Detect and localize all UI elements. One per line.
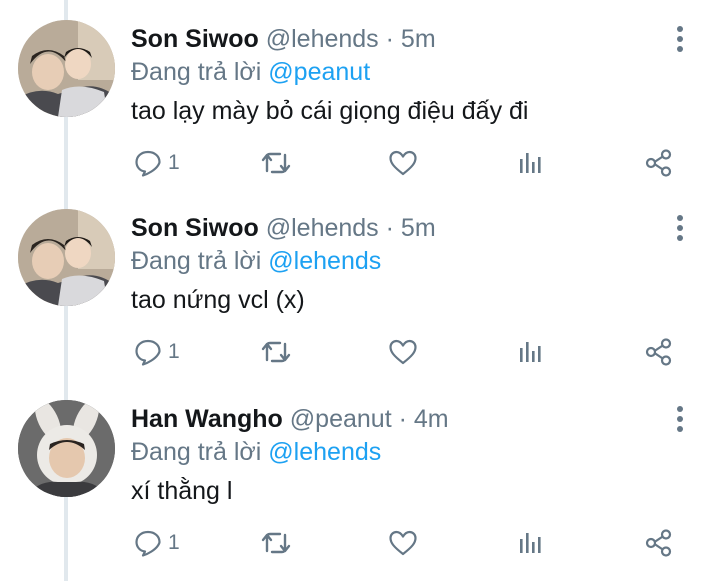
more-options-button[interactable]	[668, 24, 692, 54]
more-options-button[interactable]	[668, 404, 692, 434]
analytics-button[interactable]	[518, 523, 544, 563]
retweet-button[interactable]	[260, 523, 292, 563]
user-handle[interactable]: @lehends	[266, 214, 379, 242]
analytics-button[interactable]	[518, 332, 544, 372]
bar-chart-icon	[520, 153, 541, 173]
display-name[interactable]: Han Wangho	[131, 405, 283, 433]
reply-button[interactable]: 1	[134, 332, 180, 372]
reply-button[interactable]: 1	[134, 523, 180, 563]
share-button[interactable]	[645, 332, 673, 372]
comment-icon	[135, 530, 161, 557]
timestamp[interactable]: 4m	[414, 405, 449, 433]
analytics-button[interactable]	[518, 143, 544, 183]
avatar[interactable]	[18, 209, 115, 306]
timestamp[interactable]: 5m	[401, 25, 436, 53]
mention-link[interactable]: @lehends	[268, 247, 381, 275]
replying-to-label: Đang trả lời	[131, 438, 262, 466]
tweet-actions: 1	[0, 523, 720, 563]
timestamp[interactable]: 5m	[401, 214, 436, 242]
mention-link[interactable]: @lehends	[268, 438, 381, 466]
replying-to-label: Đang trả lời	[131, 58, 262, 86]
comment-icon	[135, 339, 161, 366]
tweet[interactable]: Son Siwoo @lehends · 5m Đang trả lời @le…	[0, 189, 720, 379]
share-button[interactable]	[645, 523, 673, 563]
share-icon	[645, 338, 672, 366]
retweet-icon	[261, 532, 291, 554]
replying-to-line: Đang trả lời @peanut	[131, 55, 370, 89]
tweet-text: xí thằng l	[131, 477, 233, 505]
more-vertical-icon	[677, 215, 683, 241]
user-photo-avatar-bunny-hood-icon	[18, 400, 115, 497]
avatar[interactable]	[18, 400, 115, 497]
bar-chart-icon	[520, 533, 541, 553]
separator-dot: ·	[385, 25, 394, 53]
user-handle[interactable]: @lehends	[266, 25, 379, 53]
more-vertical-icon	[677, 406, 683, 432]
tweet[interactable]: Han Wangho @peanut · 4m Đang trả lời @le…	[0, 380, 720, 570]
share-icon	[645, 529, 672, 557]
heart-icon	[389, 339, 417, 365]
tweet-text: tao nứng vcl (x)	[131, 286, 305, 314]
share-icon	[645, 149, 672, 177]
more-options-button[interactable]	[668, 213, 692, 243]
tweet-text: tao lạy mày bỏ cái giọng điệu đấy đi	[131, 97, 529, 125]
comment-icon	[135, 150, 161, 177]
reply-button[interactable]: 1	[134, 143, 180, 183]
separator-dot: ·	[398, 405, 407, 433]
retweet-button[interactable]	[260, 143, 292, 183]
like-button[interactable]	[388, 332, 418, 372]
heart-icon	[389, 530, 417, 556]
mention-link[interactable]: @peanut	[268, 58, 370, 86]
tweet-header: Son Siwoo @lehends · 5m	[131, 22, 436, 56]
retweet-button[interactable]	[260, 332, 292, 372]
tweet-header: Son Siwoo @lehends · 5m	[131, 211, 436, 245]
retweet-icon	[261, 152, 291, 174]
user-photo-avatar-icon	[18, 209, 115, 306]
like-button[interactable]	[388, 523, 418, 563]
reply-count: 1	[168, 340, 180, 363]
reply-count: 1	[168, 531, 180, 554]
user-photo-avatar-icon	[18, 20, 115, 117]
like-button[interactable]	[388, 143, 418, 183]
heart-icon	[389, 150, 417, 176]
separator-dot: ·	[385, 214, 394, 242]
tweet-actions: 1	[0, 332, 720, 372]
avatar[interactable]	[18, 20, 115, 117]
retweet-icon	[261, 341, 291, 363]
share-button[interactable]	[645, 143, 673, 183]
tweet[interactable]: Son Siwoo @lehends · 5m Đang trả lời @pe…	[0, 0, 720, 190]
display-name[interactable]: Son Siwoo	[131, 25, 259, 53]
replying-to-line: Đang trả lời @lehends	[131, 435, 381, 469]
display-name[interactable]: Son Siwoo	[131, 214, 259, 242]
tweet-actions: 1	[0, 143, 720, 183]
replying-to-label: Đang trả lời	[131, 247, 262, 275]
replying-to-line: Đang trả lời @lehends	[131, 244, 381, 278]
reply-count: 1	[168, 151, 180, 174]
user-handle[interactable]: @peanut	[290, 405, 392, 433]
more-vertical-icon	[677, 26, 683, 52]
tweet-header: Han Wangho @peanut · 4m	[131, 402, 449, 436]
bar-chart-icon	[520, 342, 541, 362]
